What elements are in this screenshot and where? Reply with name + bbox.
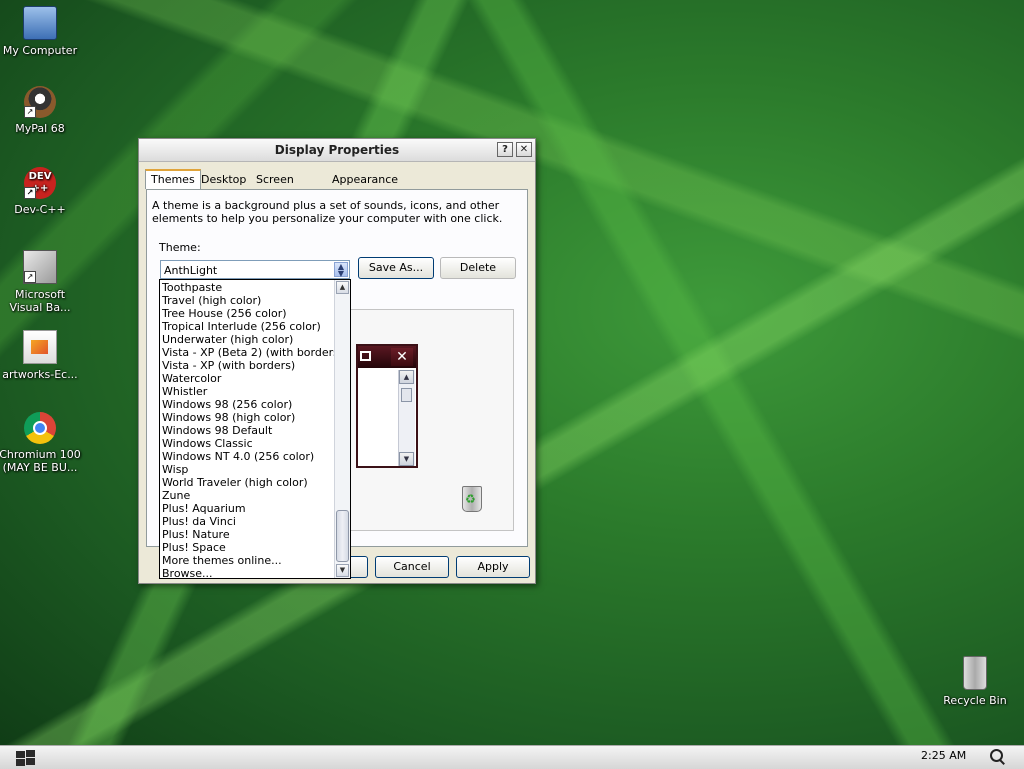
dropdown-item[interactable]: Browse...	[162, 567, 334, 578]
desktop-icon-label: My Computer	[2, 44, 78, 57]
theme-label: Theme:	[159, 241, 201, 254]
maximize-icon	[360, 351, 371, 361]
dropdown-scrollbar[interactable]: ▲ ▼	[334, 280, 350, 578]
dropdown-item[interactable]: Windows NT 4.0 (256 color)	[162, 450, 334, 463]
dropdown-item[interactable]: Underwater (high color)	[162, 333, 334, 346]
shortcut-arrow-icon: ↗	[24, 187, 36, 199]
dropdown-item[interactable]: Plus! da Vinci	[162, 515, 334, 528]
dropdown-item[interactable]: Tropical Interlude (256 color)	[162, 320, 334, 333]
dropdown-item[interactable]: Wisp	[162, 463, 334, 476]
chevron-down-icon: ▼	[399, 452, 414, 466]
dropdown-item[interactable]: Vista - XP (with borders)	[162, 359, 334, 372]
chromium-icon	[24, 412, 56, 444]
search-icon[interactable]	[990, 749, 1004, 763]
theme-select[interactable]: AnthLight ▲ ▼	[160, 260, 350, 279]
theme-dropdown-list[interactable]: Toothpaste Travel (high color) Tree House …	[159, 279, 351, 579]
mypal-icon: ↗	[24, 86, 56, 118]
desktop-icon-label: Recycle Bin	[943, 694, 1007, 707]
delete-button[interactable]: Delete	[440, 257, 516, 279]
desktop-icon-label: Dev-C++	[14, 203, 66, 216]
chevron-down-icon[interactable]: ▼	[336, 564, 349, 577]
dropdown-item[interactable]: Plus! Nature	[162, 528, 334, 541]
preview-window: ✕ ▲ ▼	[356, 344, 418, 468]
help-button[interactable]: ?	[497, 142, 513, 157]
desktop-icon-label: MyPal 68	[15, 122, 65, 135]
save-as-button[interactable]: Save As...	[358, 257, 434, 279]
theme-select-value: AnthLight	[164, 264, 218, 277]
dropdown-item[interactable]: More themes online...	[162, 554, 334, 567]
theme-dropdown-items: Toothpaste Travel (high color) Tree House …	[162, 281, 343, 578]
tab-appearance[interactable]: Appearance	[327, 171, 403, 189]
chevron-up-icon[interactable]: ▲	[336, 281, 349, 294]
preview-window-titlebar: ✕	[358, 346, 416, 368]
preview-scrollbar: ▲ ▼	[398, 370, 415, 466]
dropdown-item[interactable]: Vista - XP (Beta 2) (with borders)	[162, 346, 343, 359]
shortcut-arrow-icon: ↗	[24, 271, 36, 283]
chevron-up-icon: ▲	[399, 370, 414, 384]
dropdown-item[interactable]: Windows Classic	[162, 437, 334, 450]
desktop-icon-label: Microsoft Visual Ba...	[9, 288, 71, 314]
desktop-icon-label: artworks-Ec...	[2, 368, 78, 381]
shortcut-arrow-icon: ↗	[24, 106, 36, 118]
dropdown-item[interactable]: Zune	[162, 489, 334, 502]
dropdown-item[interactable]: Watercolor	[162, 372, 334, 385]
theme-description: A theme is a background plus a set of so…	[152, 199, 503, 225]
tab-desktop[interactable]: Desktop	[196, 171, 251, 189]
dropdown-item[interactable]: Toothpaste	[162, 281, 334, 294]
dropdown-item[interactable]: Windows 98 (256 color)	[162, 398, 334, 411]
cancel-button[interactable]: Cancel	[375, 556, 449, 578]
taskbar-clock[interactable]: 2:25 AM	[921, 749, 966, 762]
dropdown-item[interactable]: Travel (high color)	[162, 294, 334, 307]
devcpp-icon: DEV ++ ↗	[24, 167, 56, 199]
apply-button[interactable]: Apply	[456, 556, 530, 578]
desktop-icon-artworks[interactable]: artworks-Ec...	[0, 330, 82, 381]
dialog-title: Display Properties	[274, 143, 400, 157]
desktop-icon-label: Chromium 100 (MAY BE BU...	[0, 448, 81, 474]
visual-basic-icon: ↗	[23, 250, 57, 284]
desktop-icon-visual-basic[interactable]: ↗ Microsoft Visual Ba...	[0, 250, 82, 314]
computer-icon	[23, 6, 57, 40]
close-icon: ✕	[391, 348, 413, 366]
close-button[interactable]: ✕	[516, 142, 532, 157]
preview-scroll-thumb	[401, 388, 412, 402]
dropdown-item[interactable]: Whistler	[162, 385, 334, 398]
dropdown-item[interactable]: Tree House (256 color)	[162, 307, 334, 320]
desktop-icon-recycle-bin[interactable]: Recycle Bin	[933, 656, 1017, 707]
chevron-down-icon[interactable]: ▲ ▼	[334, 262, 348, 278]
dialog-titlebar[interactable]: Display Properties ? ✕	[139, 139, 535, 162]
dropdown-item[interactable]: Windows 98 Default	[162, 424, 334, 437]
desktop-icon-devcpp[interactable]: DEV ++ ↗ Dev-C++	[0, 167, 82, 216]
recycle-bin-icon	[462, 486, 482, 512]
desktop-icon-my-computer[interactable]: My Computer	[0, 6, 82, 57]
image-file-icon	[23, 330, 57, 364]
desktop-icon-mypal[interactable]: ↗ MyPal 68	[0, 86, 82, 135]
dropdown-item[interactable]: Plus! Aquarium	[162, 502, 334, 515]
recycle-bin-icon	[963, 656, 987, 690]
dropdown-item[interactable]: Windows 98 (high color)	[162, 411, 334, 424]
dropdown-item[interactable]: Plus! Space	[162, 541, 334, 554]
tab-themes[interactable]: Themes	[145, 169, 201, 189]
taskbar: 2:25 AM	[0, 745, 1024, 769]
dropdown-scroll-thumb[interactable]	[336, 510, 349, 562]
desktop-icon-chromium[interactable]: Chromium 100 (MAY BE BU...	[0, 412, 82, 474]
tab-screen-saver[interactable]: Screen Saver	[251, 171, 299, 204]
windows-logo-icon[interactable]	[16, 750, 38, 766]
dropdown-item[interactable]: World Traveler (high color)	[162, 476, 334, 489]
